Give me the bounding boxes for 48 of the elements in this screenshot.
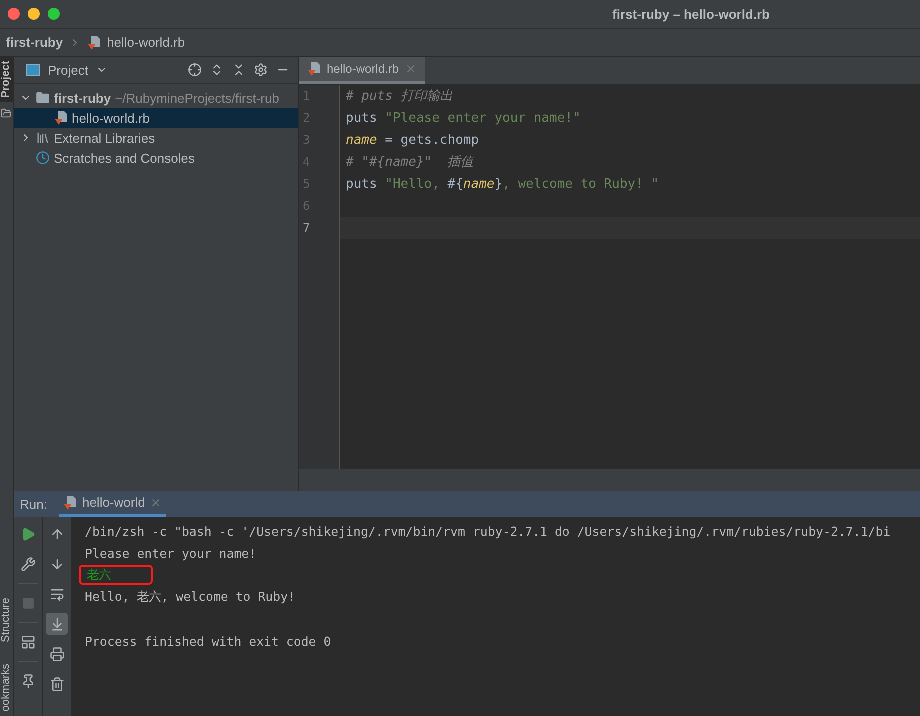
editor-tab[interactable]: hello-world.rb (299, 57, 426, 84)
play-icon (20, 526, 36, 542)
tree-item[interactable]: hello-world.rb (14, 108, 298, 128)
folder-icon (36, 91, 50, 105)
stop-icon (22, 596, 34, 610)
wrap-icon (50, 586, 64, 602)
ruby-file-icon (87, 34, 102, 50)
settings-icon[interactable] (254, 63, 268, 77)
typed-reply-text: 老六 (87, 566, 111, 584)
trash-icon (50, 676, 64, 692)
folder-icon (1, 108, 12, 120)
breadcrumb[interactable]: first-ruby (6, 35, 64, 50)
window-title: first-ruby – hello-world.rb (612, 6, 770, 22)
side-tab[interactable]: ookmarks (0, 660, 13, 716)
breadcrumb[interactable]: hello-world.rb (107, 35, 186, 50)
scroll-to-end-button[interactable] (46, 613, 68, 635)
library-icon (36, 131, 50, 145)
console-line: Process finished with exit code 0 (85, 634, 332, 648)
code-line: puts "Please enter your name!" (345, 110, 581, 126)
wrench-icon (20, 556, 36, 572)
panel-icon (26, 64, 40, 76)
layout-icon (20, 634, 36, 650)
arrow-down-icon (50, 556, 64, 572)
console-line: Hello, 老六, welcome to Ruby! (85, 588, 296, 606)
ruby-file-icon (54, 110, 68, 126)
code-line: name = gets.chomp (345, 132, 480, 148)
code-line: # "#{name}" 插值 (345, 154, 474, 171)
code-line: puts "Hello, #{name}, welcome to Ruby! " (345, 176, 660, 192)
scratches-icon (36, 151, 50, 165)
close-button[interactable] (8, 8, 20, 20)
tree-item[interactable]: Scratches and Consoles (14, 148, 298, 168)
run-config-icon (63, 494, 78, 510)
minimize-button[interactable] (28, 8, 40, 20)
arrow-to-line-icon (50, 616, 64, 632)
side-tab[interactable]: Project (0, 57, 13, 102)
console-line: Please enter your name! (85, 546, 257, 560)
printer-icon (50, 646, 64, 662)
run-label: Run: (20, 496, 48, 512)
tree-item[interactable]: External Libraries (14, 128, 298, 148)
locate-icon[interactable] (188, 63, 202, 77)
ruby-file-icon (307, 61, 321, 77)
pin-icon (20, 674, 36, 688)
side-tab[interactable]: Structure (0, 594, 13, 646)
tree-item[interactable]: first-ruby ~/RubymineProjects/first-rub (14, 88, 298, 108)
panel-title[interactable]: Project (48, 62, 88, 78)
code-line: # puts 打印输出 (345, 88, 453, 105)
console-line: /bin/zsh -c "bash -c '/Users/shikejing/.rvm/bin/rvm ruby-2.7.1 do /Users/shikejing/.rvm/rubies/ruby-2.7.1/bi (85, 524, 891, 538)
zoom-button[interactable] (48, 8, 60, 20)
